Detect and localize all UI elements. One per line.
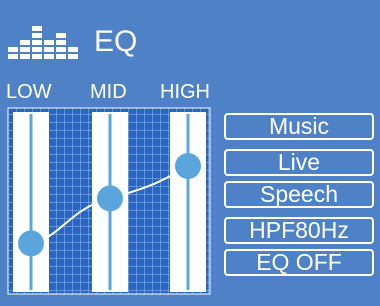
band-label-mid: MID (90, 81, 127, 103)
eq-graph (7, 107, 211, 295)
slider-groove-low (29, 114, 33, 290)
band-label-high: HIGH (160, 81, 210, 103)
eq-off-button[interactable]: EQ OFF (224, 249, 374, 276)
slider-knob-high[interactable] (175, 153, 201, 179)
preset-live-button[interactable]: Live (224, 149, 374, 176)
preset-list: Music Live Speech HPF80Hz EQ OFF (224, 113, 376, 281)
slider-knob-mid[interactable] (97, 185, 123, 212)
band-label-low: LOW (6, 81, 52, 103)
equalizer-bars-icon (8, 26, 78, 59)
slider-knob-low[interactable] (18, 230, 44, 257)
slider-groove-high (186, 114, 190, 290)
page-title: EQ (94, 25, 138, 58)
preset-music-button[interactable]: Music (224, 113, 374, 140)
hpf-80hz-button[interactable]: HPF80Hz (224, 217, 374, 244)
preset-speech-button[interactable]: Speech (224, 181, 374, 208)
eq-header (8, 22, 88, 62)
